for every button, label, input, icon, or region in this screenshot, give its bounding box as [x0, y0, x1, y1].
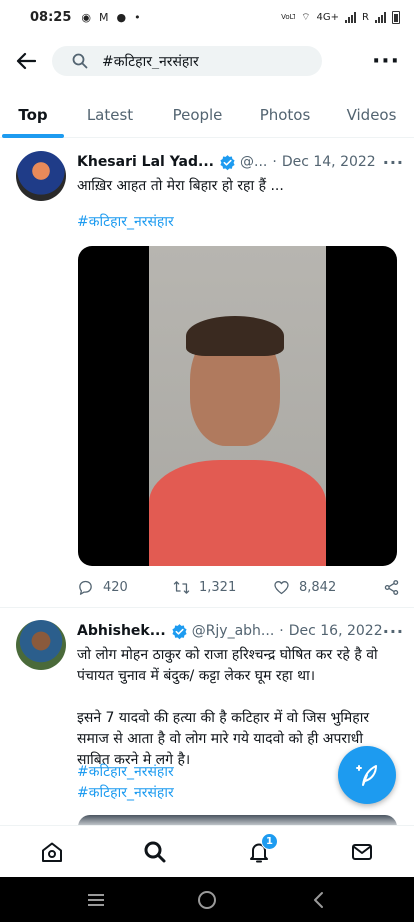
- home-circle-icon: [197, 890, 216, 909]
- android-recents-button[interactable]: [76, 885, 116, 915]
- nav-messages[interactable]: [311, 826, 414, 878]
- avatar[interactable]: [16, 151, 66, 201]
- gmail-icon: M: [99, 10, 109, 24]
- messenger-icon: ◉: [81, 10, 91, 24]
- tab-top[interactable]: Top: [0, 92, 66, 138]
- retweet-button[interactable]: 1,321: [173, 579, 273, 596]
- tab-videos[interactable]: Videos: [329, 92, 414, 138]
- status-time: 08:25: [30, 9, 72, 25]
- search-bar[interactable]: [52, 46, 322, 76]
- more-options-button[interactable]: ···: [358, 49, 414, 74]
- like-count: 8,842: [299, 579, 337, 595]
- nav-notifications[interactable]: 1: [207, 826, 311, 878]
- separator-dot: ·: [279, 623, 284, 639]
- status-bar: 08:25 ◉ M ● • VoLTE ⌔ 4G+ R: [0, 0, 414, 34]
- dot-icon: •: [134, 10, 141, 24]
- search-input[interactable]: [102, 53, 302, 69]
- author-handle: @Rjy_abh...: [191, 623, 275, 639]
- reply-icon: [79, 580, 92, 595]
- system-icons: VoLTE ⌔ 4G+ R: [281, 10, 400, 24]
- share-button[interactable]: [383, 579, 400, 596]
- android-home-button[interactable]: [187, 885, 227, 915]
- notification-icons: ◉ M ● •: [81, 11, 140, 24]
- video-subject-hair: [186, 316, 284, 356]
- avatar[interactable]: [16, 620, 66, 670]
- verified-badge-icon: [220, 154, 235, 170]
- nav-search[interactable]: [104, 826, 208, 878]
- search-tabs: Top Latest People Photos Videos: [0, 92, 414, 138]
- app-icon: ●: [116, 10, 127, 24]
- tweet-date[interactable]: Dec 16, 2022: [289, 623, 383, 639]
- reply-button[interactable]: 420: [77, 579, 173, 596]
- roaming-label: R: [362, 11, 369, 23]
- compose-tweet-button[interactable]: [338, 746, 396, 804]
- tab-latest[interactable]: Latest: [66, 92, 154, 138]
- network-label: 4G+: [316, 11, 340, 23]
- reply-count: 420: [103, 579, 128, 595]
- search-header: ···: [0, 34, 414, 88]
- nav-home[interactable]: [0, 826, 104, 878]
- bottom-nav: 1: [0, 825, 414, 877]
- chevron-left-icon: [314, 891, 324, 908]
- tweet-date[interactable]: Dec 14, 2022: [282, 154, 376, 170]
- tweet-more-icon[interactable]: ···: [383, 622, 404, 641]
- search-icon: [72, 53, 88, 69]
- tab-people[interactable]: People: [154, 92, 241, 138]
- tweet[interactable]: Khesari Lal Yad... @... · Dec 14, 2022 ·…: [0, 140, 414, 608]
- tweet-text: आख़िर आहत तो मेरा बिहार हो रहा हैं ...: [77, 178, 284, 194]
- android-nav-bar: [0, 877, 414, 922]
- compose-feather-icon: [356, 765, 377, 786]
- hashtag-link[interactable]: #कटिहार_नरसंहार: [77, 212, 400, 233]
- wifi-icon: ⌔: [301, 11, 311, 23]
- verified-badge-icon: [172, 623, 187, 639]
- tweet-header: Khesari Lal Yad... @... · Dec 14, 2022 ·…: [77, 152, 404, 172]
- tweet-video[interactable]: [78, 246, 397, 566]
- mail-icon: [352, 843, 373, 860]
- video-subject-shirt: [149, 460, 326, 566]
- retweet-icon: [173, 580, 190, 594]
- share-icon: [384, 579, 399, 595]
- home-icon: [41, 842, 62, 862]
- android-back-button[interactable]: [298, 885, 338, 915]
- retweet-count: 1,321: [199, 579, 237, 595]
- tweet-header: Abhishek... @Rjy_abh... · Dec 16, 2022 ·…: [77, 621, 404, 641]
- tab-photos[interactable]: Photos: [241, 92, 329, 138]
- recents-icon: [87, 893, 104, 906]
- notification-badge: 1: [261, 832, 278, 850]
- back-button[interactable]: [0, 34, 52, 88]
- tweet-actions: 420 1,321 8,842: [77, 575, 400, 599]
- battery-icon: [392, 10, 400, 24]
- volte-label: VoLTE: [281, 13, 296, 21]
- signal-1-icon: [345, 11, 357, 23]
- author-handle: @...: [240, 154, 268, 170]
- author-name[interactable]: Khesari Lal Yad...: [77, 154, 214, 170]
- heart-icon: [274, 580, 289, 594]
- arrow-left-icon: [16, 52, 36, 70]
- signal-2-icon: [375, 11, 386, 23]
- search-icon: [144, 841, 166, 862]
- like-button[interactable]: 8,842: [273, 579, 375, 596]
- author-name[interactable]: Abhishek...: [77, 623, 166, 639]
- separator-dot: ·: [272, 154, 277, 170]
- tweet-text: जो लोग मोहन ठाकुर को राजा हरिश्चन्द्र घो…: [77, 647, 378, 684]
- tweet-more-icon[interactable]: ···: [383, 153, 404, 172]
